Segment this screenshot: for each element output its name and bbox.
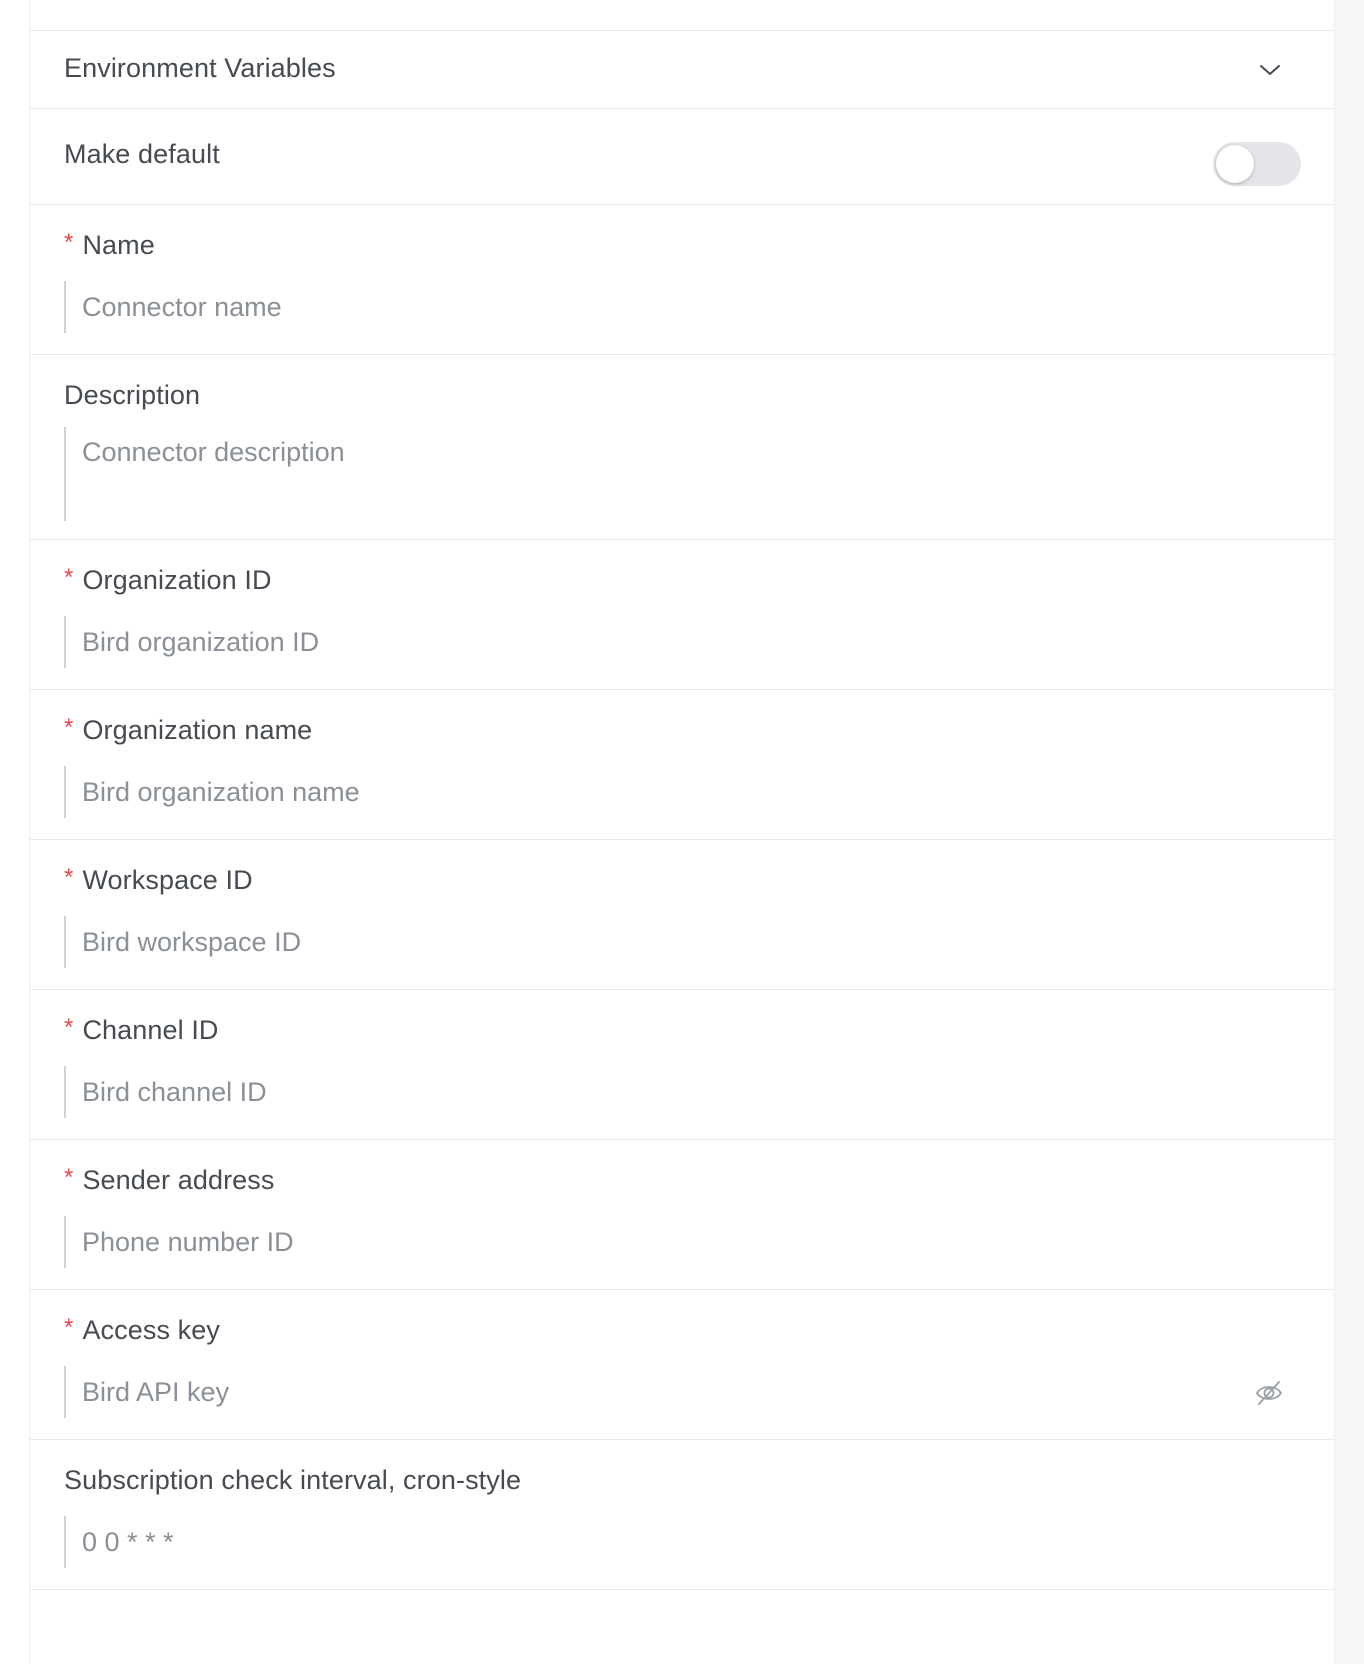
sender-address-input[interactable] bbox=[82, 1216, 1300, 1268]
channel-id-row: * Channel ID bbox=[30, 990, 1334, 1140]
organization-id-label-text: Organization ID bbox=[82, 565, 272, 595]
organization-id-row: * Organization ID bbox=[30, 540, 1334, 690]
workspace-id-input[interactable] bbox=[82, 916, 1300, 968]
make-default-toggle[interactable] bbox=[1213, 142, 1301, 186]
subscription-interval-field bbox=[64, 1516, 1300, 1568]
required-mark: * bbox=[64, 229, 74, 256]
left-gutter bbox=[0, 0, 30, 1664]
channel-id-label-text: Channel ID bbox=[82, 1015, 219, 1045]
organization-id-input[interactable] bbox=[82, 616, 1300, 668]
subscription-interval-label: Subscription check interval, cron-style bbox=[64, 1465, 522, 1495]
required-mark: * bbox=[64, 864, 74, 891]
required-mark: * bbox=[64, 1014, 74, 1041]
name-input[interactable] bbox=[82, 281, 1300, 333]
organization-name-input[interactable] bbox=[82, 766, 1300, 818]
access-key-field bbox=[64, 1366, 1300, 1418]
channel-id-input[interactable] bbox=[82, 1066, 1300, 1118]
name-label-text: Name bbox=[82, 230, 155, 260]
subscription-interval-row: Subscription check interval, cron-style bbox=[30, 1440, 1334, 1590]
access-key-input[interactable] bbox=[82, 1366, 1179, 1418]
organization-name-label-text: Organization name bbox=[82, 715, 313, 745]
make-default-row: Make default bbox=[30, 109, 1334, 205]
eye-slash-icon[interactable] bbox=[1254, 1378, 1284, 1408]
description-row: Description bbox=[30, 355, 1334, 540]
name-field bbox=[64, 281, 1300, 333]
description-field bbox=[64, 427, 1300, 521]
organization-id-label: * Organization ID bbox=[64, 564, 272, 596]
organization-name-row: * Organization name bbox=[30, 690, 1334, 840]
subscription-interval-input[interactable] bbox=[82, 1516, 1300, 1568]
env-variables-title: Environment Variables bbox=[64, 53, 336, 83]
connector-form-panel: Environment Variables Make default * Name… bbox=[30, 0, 1334, 1664]
sender-address-field bbox=[64, 1216, 1300, 1268]
make-default-label: Make default bbox=[64, 139, 220, 169]
access-key-row: * Access key bbox=[30, 1290, 1334, 1440]
workspace-id-label-text: Workspace ID bbox=[82, 865, 253, 895]
required-mark: * bbox=[64, 1164, 74, 1191]
channel-id-field bbox=[64, 1066, 1300, 1118]
right-gutter bbox=[1334, 0, 1364, 1664]
workspace-id-label: * Workspace ID bbox=[64, 864, 253, 896]
form-top-edge bbox=[30, 0, 1334, 31]
workspace-id-field bbox=[64, 916, 1300, 968]
description-textarea[interactable] bbox=[82, 427, 1300, 521]
required-mark: * bbox=[64, 564, 74, 591]
env-variables-header[interactable]: Environment Variables bbox=[30, 31, 1334, 109]
access-key-label: * Access key bbox=[64, 1314, 220, 1346]
description-label: Description bbox=[64, 380, 201, 410]
organization-id-field bbox=[64, 616, 1300, 668]
sender-address-label-text: Sender address bbox=[82, 1165, 275, 1195]
workspace-id-row: * Workspace ID bbox=[30, 840, 1334, 990]
required-mark: * bbox=[64, 1314, 74, 1341]
connector-form-page: Environment Variables Make default * Name… bbox=[0, 0, 1364, 1664]
access-key-label-text: Access key bbox=[82, 1315, 220, 1345]
organization-name-label: * Organization name bbox=[64, 714, 313, 746]
toggle-knob bbox=[1216, 145, 1254, 183]
chevron-down-icon[interactable] bbox=[1258, 58, 1282, 82]
channel-id-label: * Channel ID bbox=[64, 1014, 219, 1046]
organization-name-field bbox=[64, 766, 1300, 818]
sender-address-label: * Sender address bbox=[64, 1164, 275, 1196]
required-mark: * bbox=[64, 714, 74, 741]
name-label: * Name bbox=[64, 229, 155, 261]
name-row: * Name bbox=[30, 205, 1334, 355]
sender-address-row: * Sender address bbox=[30, 1140, 1334, 1290]
